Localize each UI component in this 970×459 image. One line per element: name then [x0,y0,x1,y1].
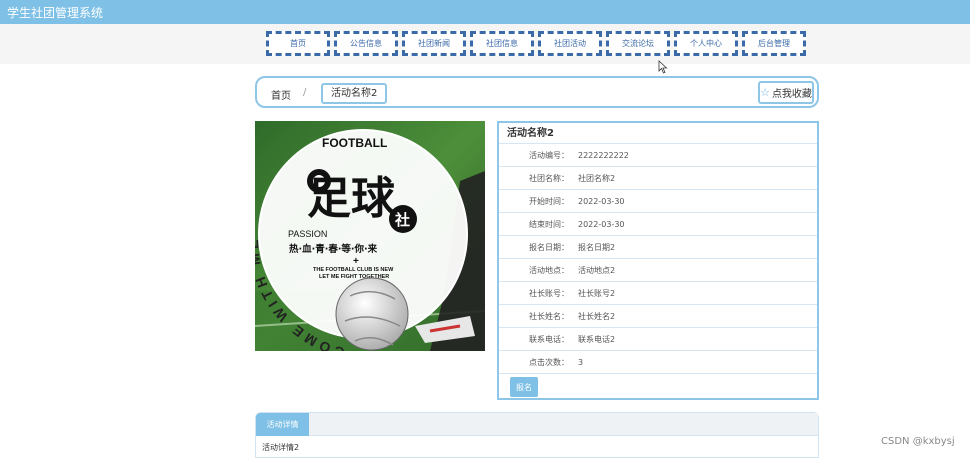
info-label: 开始时间： [529,196,569,206]
tab-activity-detail[interactable]: 活动详情 [256,413,309,436]
info-value: 社长姓名2 [578,311,616,321]
breadcrumb-separator: / [303,87,307,98]
info-label: 活动地点： [529,265,569,275]
info-value: 社团名称2 [578,173,616,183]
nav-item-forum[interactable]: 交流论坛 [606,31,670,56]
nav-item-home[interactable]: 首页 [266,31,330,56]
poster-plus: + [353,256,359,267]
poster-slogan: 热·血·青·春·等·你·来 [289,243,378,255]
activity-image: FOOTBALL 足球 社 PASSION 热·血·青·春·等·你·来 + TH… [255,121,485,351]
info-value: 2222222222 [578,150,629,160]
watermark: CSDN @kxbysj [881,436,955,447]
info-value: 社长账号2 [578,288,616,298]
info-label: 社长账号： [529,288,569,298]
top-header-bar: 学生社团管理系统 [0,0,970,24]
breadcrumb-home-link[interactable]: 首页 [271,87,291,102]
mouse-cursor-icon [658,60,668,74]
info-label: 社长姓名： [529,311,569,321]
favorite-button-label: 点我收藏 [771,89,812,100]
info-row-location: 活动地点： 活动地点2 [499,259,817,282]
info-value: 2022-03-30 [578,196,625,206]
poster-headline: 足球 [307,173,396,224]
nav-item-admin[interactable]: 后台管理 [742,31,806,56]
site-title: 学生社团管理系统 [7,6,104,20]
star-icon: ☆ [760,86,770,99]
info-row-end-time: 结束时间： 2022-03-30 [499,213,817,236]
info-label: 联系电话： [529,334,569,344]
favorite-button[interactable]: ☆ 点我收藏 [758,81,814,104]
poster-passion: PASSION [288,229,327,239]
nav-item-club-activities[interactable]: 社团活动 [538,31,602,56]
info-value: 2022-03-30 [578,219,625,229]
info-label: 结束时间： [529,219,569,229]
poster-brand-text: FOOTBALL [322,136,387,150]
breadcrumb: 首页 / 活动名称2 ☆ 点我收藏 [255,76,819,108]
nav-item-club-news[interactable]: 社团新闻 [402,31,466,56]
info-label: 报名日期： [529,242,569,252]
info-label: 社团名称： [529,173,569,183]
info-row-click-count: 点击次数： 3 [499,351,817,374]
info-value: 联系电话2 [578,334,616,344]
detail-tab-bar: 活动详情 [256,413,818,436]
info-value: 活动地点2 [578,265,616,275]
nav-item-personal-center[interactable]: 个人中心 [674,31,738,56]
info-row-phone: 联系电话： 联系电话2 [499,328,817,351]
main-nav: 首页 公告信息 社团新闻 社团信息 社团活动 交流论坛 个人中心 后台管理 [266,31,806,56]
breadcrumb-current: 活动名称2 [321,83,388,104]
info-label: 点击次数： [529,357,569,367]
info-row-start-time: 开始时间： 2022-03-30 [499,190,817,213]
info-value: 报名日期2 [578,242,616,252]
info-row-signup-date: 报名日期： 报名日期2 [499,236,817,259]
activity-info-panel: 活动名称2 活动编号： 2222222222 社团名称： 社团名称2 开始时间：… [497,121,819,400]
signup-button[interactable]: 报名 [510,377,538,397]
info-row-activity-id: 活动编号： 2222222222 [499,144,817,167]
info-value: 3 [578,357,584,367]
activity-detail-content: 活动详情2 [262,443,300,452]
activity-name-heading: 活动名称2 [499,123,817,144]
nav-item-club-info[interactable]: 社团信息 [470,31,534,56]
info-row-leader-account: 社长账号： 社长账号2 [499,282,817,305]
activity-detail-section: 活动详情 活动详情2 [255,412,819,458]
football-club-poster: FOOTBALL 足球 社 PASSION 热·血·青·春·等·你·来 + TH… [255,121,485,351]
nav-item-announcements[interactable]: 公告信息 [334,31,398,56]
info-label: 活动编号： [529,150,569,160]
info-row-club-name: 社团名称： 社团名称2 [499,167,817,190]
poster-line1: THE FOOTBALL CLUB IS NEW [313,267,394,273]
info-row-leader-name: 社长姓名： 社长姓名2 [499,305,817,328]
poster-badge: 社 [394,211,410,229]
